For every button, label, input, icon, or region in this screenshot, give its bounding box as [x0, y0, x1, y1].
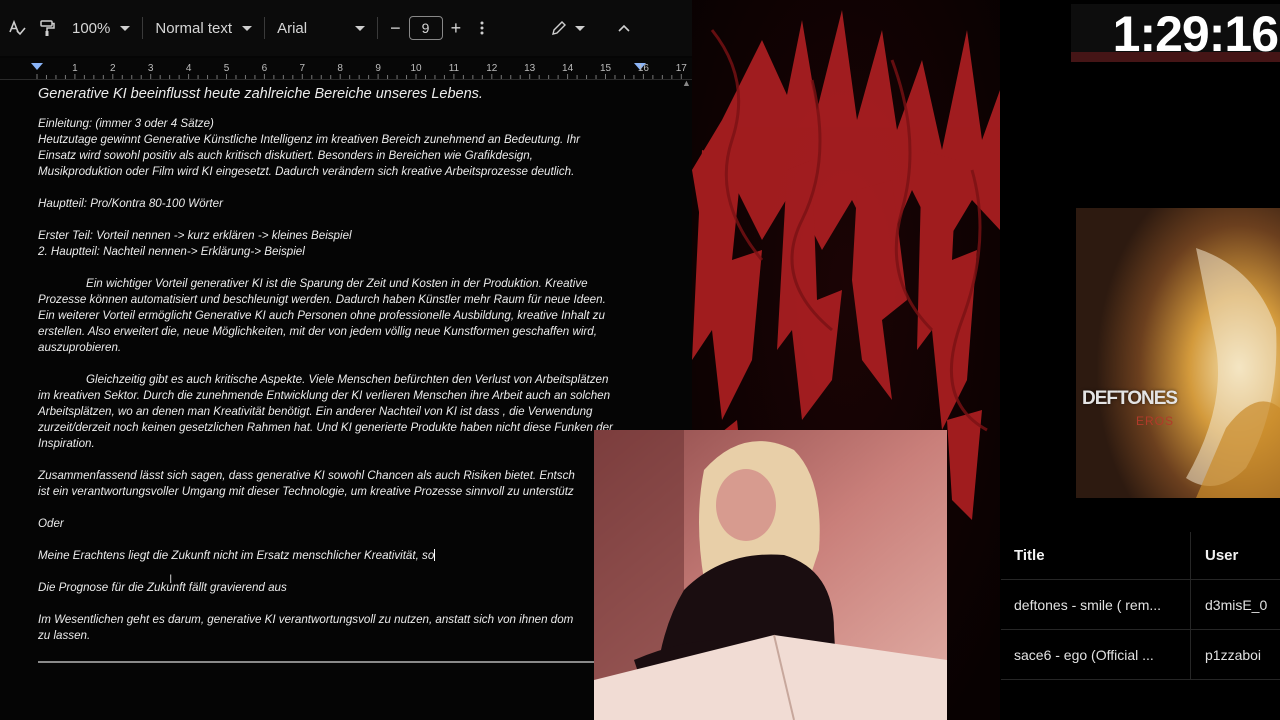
- song-user-cell: p1zzaboi: [1190, 630, 1280, 679]
- ruler-label: 11: [449, 63, 460, 74]
- ruler-label: 2: [110, 63, 116, 74]
- ruler-label: 4: [186, 63, 192, 74]
- ruler-label: 9: [375, 63, 381, 74]
- album-band-name: DEFTONES: [1082, 388, 1178, 409]
- zoom-value: 100%: [72, 19, 111, 37]
- toolbar-divider: [142, 17, 144, 39]
- text-line: erstellen. Also erweitert die, neue Mögl…: [38, 325, 597, 338]
- column-header-title: Title: [1014, 547, 1045, 564]
- text-line: Gleichzeitig gibt es auch kritische Aspe…: [86, 373, 609, 386]
- ruler-label: 3: [148, 63, 154, 74]
- text-line: Musikproduktion oder Film wird KI einges…: [38, 165, 575, 178]
- toolbar-divider: [264, 17, 266, 39]
- table-row: deftones - smile ( rem... d3misE_0: [1001, 580, 1280, 630]
- ruler-label: 15: [600, 63, 612, 74]
- text-line: Ein wichtiger Vorteil generativer KI ist…: [86, 277, 588, 290]
- ruler-label: 5: [224, 63, 230, 74]
- more-options-icon[interactable]: [479, 12, 485, 44]
- webcam-feed: [594, 430, 947, 720]
- chevron-down-icon: [355, 25, 366, 31]
- column-header-user: User: [1190, 532, 1280, 579]
- document-body[interactable]: Generative KI beeinflusst heute zahlreic…: [38, 84, 658, 644]
- song-user-cell: d3misE_0: [1190, 580, 1280, 629]
- ruler-label: 8: [337, 63, 343, 74]
- chevron-down-icon: [575, 25, 586, 31]
- table-row: sace6 - ego (Official ... p1zzaboi: [1001, 630, 1280, 680]
- text-line: 2. Hauptteil: Nachteil nennen-> Erklärun…: [38, 245, 305, 258]
- font-family-value: Arial: [277, 19, 308, 37]
- text-line: Heutzutage gewinnt Generative Künstliche…: [38, 133, 581, 146]
- song-title-cell: sace6 - ego (Official ...: [1014, 646, 1154, 663]
- album-title: EROS: [1136, 414, 1175, 428]
- text-line-content: Meine Erachtens liegt die Zukunft nicht …: [38, 549, 435, 562]
- paragraph-style-select[interactable]: Normal text: [155, 12, 253, 44]
- main-heading: Hauptteil: Pro/Kontra 80-100 Wörter: [38, 197, 223, 210]
- pencil-icon: [552, 21, 567, 35]
- text-line: Ein weiterer Vorteil ermöglicht Generati…: [38, 309, 605, 322]
- increase-font-size-button[interactable]: +: [451, 12, 462, 44]
- paint-format-icon[interactable]: [38, 12, 62, 44]
- left-indent-marker[interactable]: [31, 63, 43, 70]
- ruler-label: 13: [524, 63, 536, 74]
- ruler-label: 12: [486, 63, 498, 74]
- text-line: Meine Erachtens liegt die Zukunft nicht …: [38, 548, 658, 564]
- text-line: Die Prognose für die Zukunft fällt gravi…: [38, 581, 287, 594]
- chevron-down-icon: [120, 25, 131, 31]
- song-request-table: Title User deftones - smile ( rem... d3m…: [1001, 532, 1280, 680]
- ruler-label: 7: [300, 63, 306, 74]
- text-line: im kreativen Sektor. Durch die zunehmend…: [38, 389, 611, 402]
- font-size-input[interactable]: 9: [408, 16, 443, 40]
- text-cursor: [434, 549, 436, 561]
- ruler-label: 14: [562, 63, 574, 74]
- editing-mode-button[interactable]: [551, 12, 599, 44]
- album-cover-image: DEFTONES EROS: [1076, 208, 1280, 498]
- text-line: Zusammenfassend lässt sich sagen, dass g…: [38, 469, 575, 482]
- text-line: Arbeitsplätzen, wo an denen man Kreativi…: [38, 405, 593, 418]
- toolbar-divider: [377, 17, 379, 39]
- ruler-label: 17: [676, 63, 688, 74]
- text-line: Erster Teil: Vorteil nennen -> kurz erkl…: [38, 229, 352, 242]
- paragraph-style-value: Normal text: [155, 19, 233, 37]
- text-line: Prozesse können automatisiert und beschl…: [38, 293, 606, 306]
- timer-value: 1:29:16: [1112, 6, 1279, 62]
- horizontal-divider: [38, 661, 608, 663]
- text-line: Inspiration.: [38, 437, 95, 450]
- document-title: Generative KI beeinflusst heute zahlreic…: [38, 86, 483, 102]
- song-title-cell: deftones - smile ( rem...: [1014, 596, 1162, 613]
- ruler-label: 16: [638, 63, 650, 74]
- ruler-label: 10: [410, 63, 422, 74]
- table-header-row: Title User: [1001, 532, 1280, 580]
- intro-heading: Einleitung: (immer 3 oder 4 Sätze): [38, 117, 214, 130]
- docs-toolbar: 100% Normal text Arial − 9 +: [0, 0, 692, 56]
- stream-timer: 1:29:16: [1071, 4, 1280, 62]
- text-line: ist ein verantwortungsvoller Umgang mit …: [38, 485, 574, 498]
- text-line: auszuprobieren.: [38, 341, 122, 354]
- ruler-label: 6: [262, 63, 268, 74]
- spellcheck-icon[interactable]: [8, 12, 30, 44]
- scroll-up-icon[interactable]: ▲: [682, 78, 691, 88]
- mouse-ibeam-cursor-icon: I: [169, 572, 173, 586]
- text-line: Einsatz wird sowohl positiv als auch kri…: [38, 149, 533, 162]
- collapse-toolbar-icon[interactable]: [617, 12, 631, 44]
- text-line: Im Wesentlichen geht es darum, generativ…: [38, 613, 574, 626]
- horizontal-ruler[interactable]: 1 2 3 4 5 6 7 8 9 10 11 12 13 14 15 16 17: [0, 58, 692, 80]
- docs-editor: 100% Normal text Arial − 9 + 1 2 3 4 5 6…: [0, 0, 692, 720]
- chevron-down-icon: [242, 25, 253, 31]
- decrease-font-size-button[interactable]: −: [390, 12, 401, 44]
- text-line: zu lassen.: [38, 629, 91, 642]
- font-family-select[interactable]: Arial: [277, 12, 366, 44]
- text-line: Oder: [38, 517, 64, 530]
- zoom-select[interactable]: 100%: [72, 12, 131, 44]
- text-line: zurzeit/derzeit noch keinen gesetzlichen…: [38, 421, 613, 434]
- ruler-label: 1: [72, 63, 78, 74]
